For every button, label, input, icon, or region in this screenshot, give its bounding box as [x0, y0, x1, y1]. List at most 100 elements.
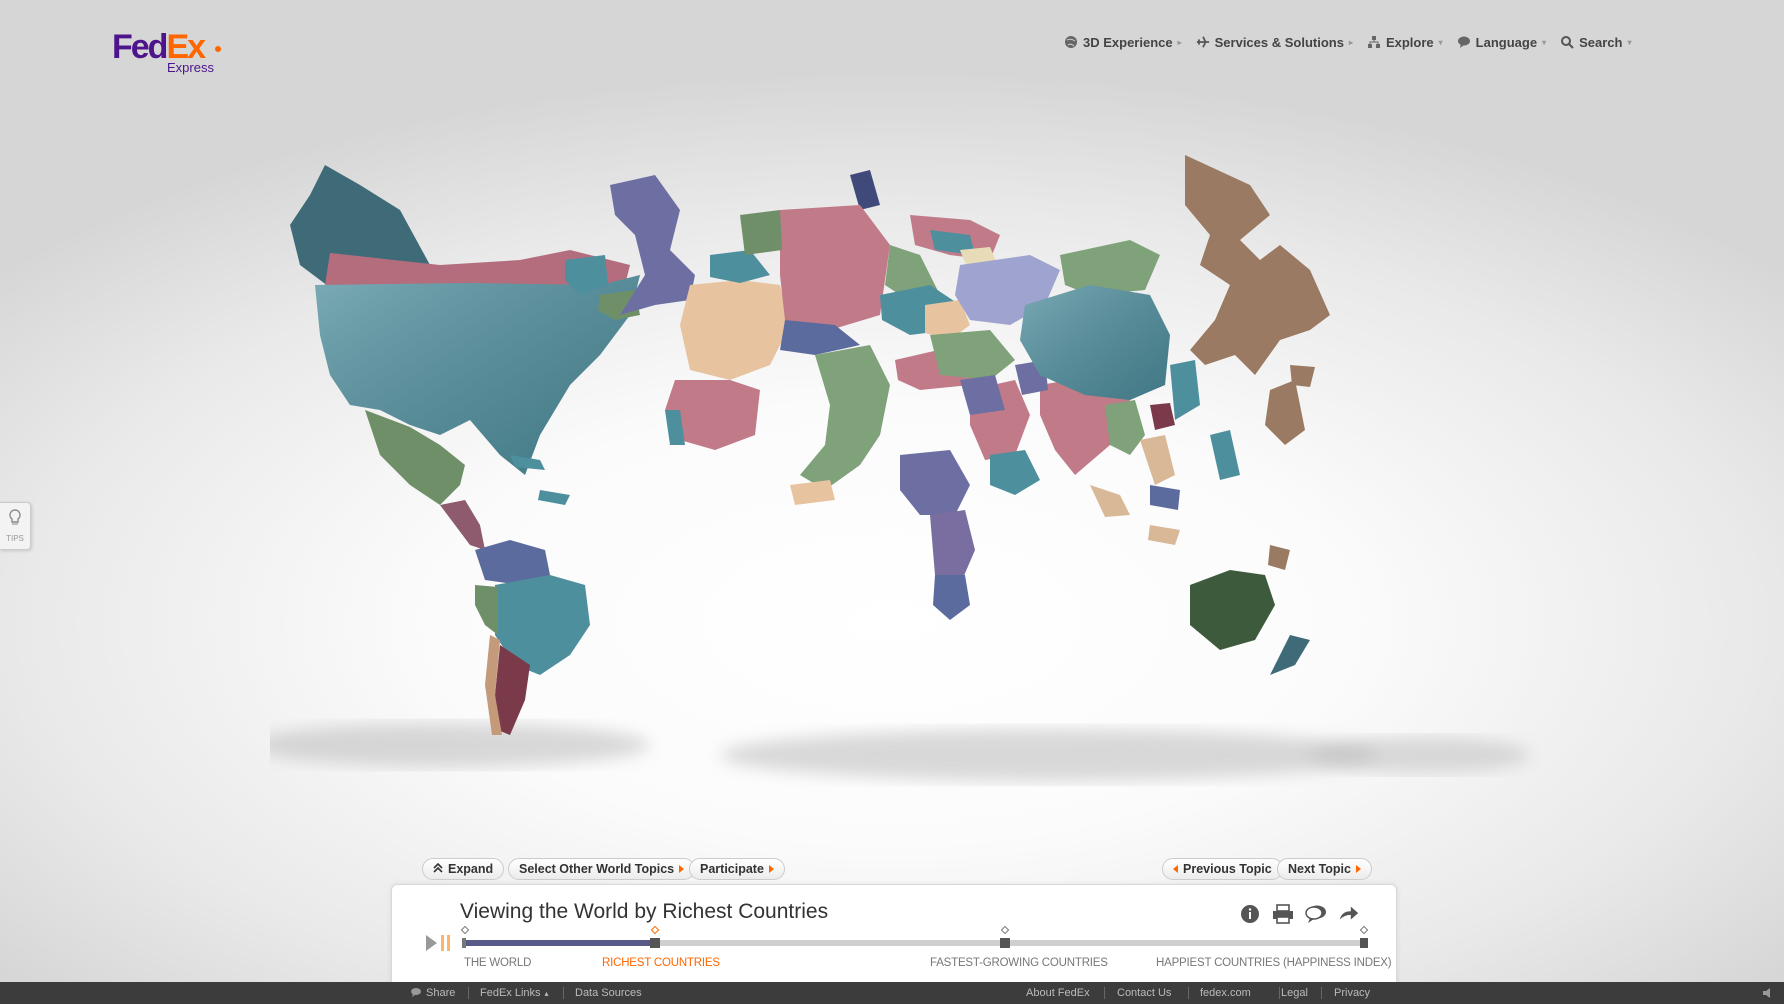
topic-title: Viewing the World by Richest Countries — [460, 900, 829, 923]
participate-label: Participate — [700, 862, 764, 876]
footer-about-label: About FedEx — [1026, 987, 1090, 999]
region-norway[interactable] — [850, 170, 880, 210]
timeline-label-fastest[interactable]: FASTEST-GROWING COUNTRIES — [930, 957, 1108, 969]
playback-controls — [426, 935, 450, 951]
logo-dot — [215, 46, 221, 52]
footer-bar: Share FedEx Links ▴ Data Sources About F… — [0, 982, 1784, 1004]
nav-search[interactable]: Search ▾ — [1560, 35, 1631, 50]
footer-fedex-com-label: fedex.com — [1200, 987, 1251, 999]
region-denmark[interactable] — [740, 210, 782, 255]
footer-divider — [563, 987, 564, 999]
comment-icon — [410, 987, 422, 1000]
timeline-marker-happiest[interactable] — [1360, 938, 1368, 948]
nav-services-solutions[interactable]: Services & Solutions ▸ — [1196, 35, 1353, 50]
timeline-marker-start[interactable] — [462, 938, 466, 948]
panel-actions — [1239, 903, 1360, 925]
expand-label: Expand — [448, 862, 494, 876]
next-topic-button[interactable]: Next Topic — [1277, 858, 1372, 880]
region-north-africa[interactable] — [790, 480, 835, 505]
region-japan-kyushu[interactable] — [1290, 365, 1315, 387]
footer-fedex-com[interactable]: fedex.com — [1200, 982, 1251, 1004]
select-topics-label: Select Other World Topics — [519, 862, 675, 876]
timeline-diamond — [460, 925, 470, 935]
chevron-right-icon: ▸ — [1177, 37, 1182, 47]
fedex-logo[interactable]: FedEx Express — [112, 28, 222, 76]
map-svg — [250, 155, 1530, 781]
region-japan[interactable] — [1185, 155, 1330, 375]
previous-topic-button[interactable]: Previous Topic — [1162, 858, 1283, 880]
chevron-right-icon: ▸ — [1348, 37, 1353, 47]
region-usa-highlight — [315, 275, 640, 475]
timeline-marker-fastest[interactable] — [1000, 938, 1010, 948]
play-icon[interactable] — [426, 935, 437, 951]
footer-legal[interactable]: Legal — [1281, 982, 1308, 1004]
nav-language[interactable]: Language ▾ — [1457, 35, 1546, 50]
footer-fedex-links[interactable]: FedEx Links ▴ — [480, 982, 549, 1004]
footer-privacy-label: Privacy — [1334, 987, 1371, 999]
top-navigation: 3D Experience ▸ Services & Solutions ▸ E… — [1064, 32, 1645, 52]
region-australia[interactable] — [1190, 570, 1275, 650]
footer-divider — [1188, 987, 1189, 999]
region-southeast-asia[interactable] — [1105, 400, 1145, 455]
topic-timeline[interactable] — [460, 925, 1369, 948]
region-france[interactable] — [680, 280, 790, 380]
region-malaysia[interactable] — [1150, 485, 1180, 510]
region-caribbean[interactable] — [510, 455, 570, 505]
timeline-marker-richest[interactable] — [650, 938, 660, 948]
plane-icon — [1196, 35, 1210, 49]
participate-button[interactable]: Participate — [689, 858, 785, 880]
region-philippines[interactable] — [1210, 430, 1240, 480]
volume-icon[interactable] — [1762, 982, 1776, 1004]
footer-contact[interactable]: Contact Us — [1117, 982, 1171, 1004]
timeline-label-world[interactable]: THE WORLD — [464, 957, 531, 969]
arrow-right-icon — [768, 865, 774, 873]
region-png[interactable] — [1268, 545, 1290, 570]
region-kazakhstan[interactable] — [1060, 240, 1160, 295]
region-iran-gulf[interactable] — [930, 330, 1015, 380]
chevron-down-icon: ▾ — [1438, 37, 1443, 47]
chevron-up-icon: ▴ — [544, 988, 549, 998]
region-taiwan[interactable] — [1170, 360, 1200, 420]
world-cartogram-map[interactable] — [250, 155, 1540, 815]
timeline-label-happiest[interactable]: HAPPIEST COUNTRIES (HAPPINESS INDEX) — [1156, 957, 1392, 969]
footer-about[interactable]: About FedEx — [1026, 982, 1090, 1004]
pause-icon[interactable] — [441, 935, 450, 951]
nav-label: Language — [1475, 34, 1538, 50]
region-iraq[interactable] — [960, 375, 1005, 415]
footer-data-sources[interactable]: Data Sources — [575, 982, 642, 1004]
tips-label: TIPS — [6, 534, 24, 543]
info-icon[interactable] — [1239, 903, 1261, 925]
region-peru-bolivia[interactable] — [475, 585, 498, 635]
timeline-label-richest[interactable]: RICHEST COUNTRIES — [602, 957, 720, 969]
region-korea[interactable] — [1150, 403, 1175, 430]
region-east-africa[interactable] — [930, 510, 975, 585]
sitemap-icon — [1367, 35, 1381, 49]
double-chevron-up-icon — [433, 862, 443, 876]
region-thailand[interactable] — [1140, 435, 1175, 485]
expand-button[interactable]: Expand — [422, 858, 505, 880]
print-icon[interactable] — [1272, 903, 1294, 925]
region-south-africa[interactable] — [933, 575, 970, 620]
map-shadow — [720, 729, 1380, 781]
nav-label: 3D Experience — [1083, 34, 1173, 50]
region-benelux[interactable] — [710, 250, 770, 283]
footer-share[interactable]: Share — [410, 982, 455, 1004]
tips-tab[interactable]: TIPS — [0, 502, 31, 550]
share-icon[interactable] — [1338, 903, 1360, 925]
region-new-zealand[interactable] — [1270, 635, 1310, 675]
footer-data-sources-label: Data Sources — [575, 987, 642, 999]
nav-3d-experience[interactable]: 3D Experience ▸ — [1064, 35, 1182, 50]
select-topics-button[interactable]: Select Other World Topics — [508, 858, 696, 880]
comment-icon[interactable] — [1305, 903, 1327, 925]
arrow-right-icon — [679, 865, 685, 873]
region-japan-south[interactable] — [1265, 380, 1305, 445]
region-italy[interactable] — [800, 345, 890, 490]
region-central-america[interactable] — [440, 500, 485, 550]
lightbulb-icon — [8, 509, 22, 532]
footer-contact-label: Contact Us — [1117, 987, 1172, 999]
region-saudi[interactable] — [990, 450, 1040, 495]
region-germany[interactable] — [780, 205, 890, 330]
region-west-africa[interactable] — [900, 450, 970, 515]
nav-explore[interactable]: Explore ▾ — [1367, 35, 1443, 50]
footer-privacy[interactable]: Privacy — [1334, 982, 1370, 1004]
